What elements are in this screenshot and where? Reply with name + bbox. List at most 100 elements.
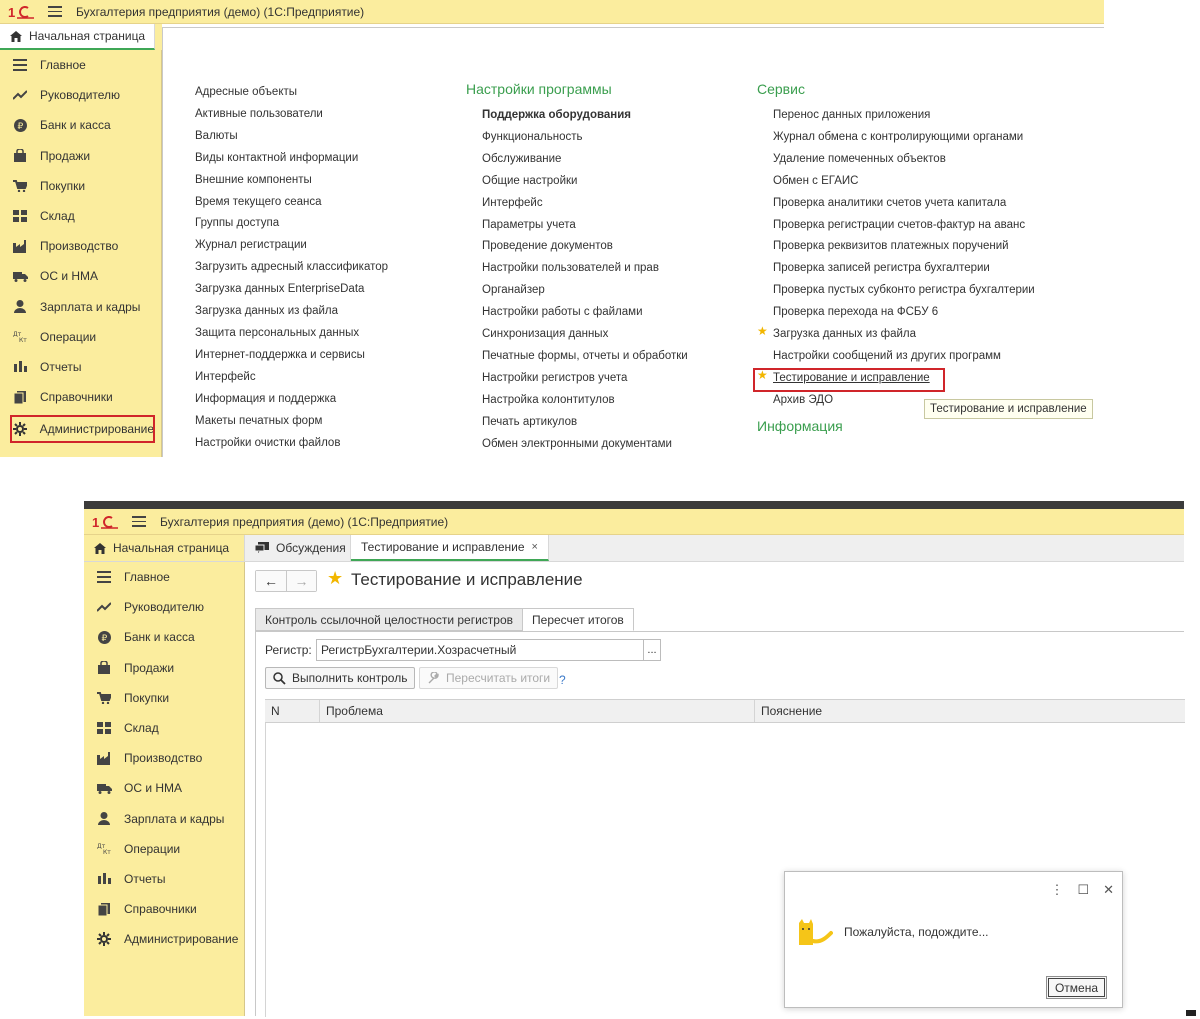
link-egais-exchange[interactable]: Обмен с ЕГАИС xyxy=(773,171,1035,193)
recalc-totals-button[interactable]: Пересчитать итоги xyxy=(419,667,559,689)
tab-home[interactable]: Начальная страница xyxy=(0,24,155,50)
column-problem[interactable]: Проблема xyxy=(320,700,755,722)
section-production[interactable]: Производство xyxy=(84,743,244,773)
link-event-log[interactable]: Журнал регистрации xyxy=(195,235,388,257)
section-main[interactable]: Главное xyxy=(84,562,244,592)
tab-recalc-totals[interactable]: Пересчет итогов xyxy=(523,608,634,631)
link-users-rights[interactable]: Настройки пользователей и прав xyxy=(482,258,688,280)
link-load-data-from-file[interactable]: Загрузка данных из файла xyxy=(773,324,1035,346)
section-label: Банк и касса xyxy=(40,118,111,133)
section-operations[interactable]: Дт Кт Операции xyxy=(84,834,244,864)
section-label: Зарплата и кадры xyxy=(124,811,225,826)
close-icon[interactable]: ✕ xyxy=(1103,882,1114,898)
section-sales[interactable]: Продажи xyxy=(84,653,244,683)
link-edi-exchange[interactable]: Обмен электронными документами xyxy=(482,434,688,456)
link-load-from-file[interactable]: Загрузка данных из файла xyxy=(195,301,388,323)
link-app-data-transfer[interactable]: Перенос данных приложения xyxy=(773,105,1035,127)
link-accounting-params[interactable]: Параметры учета xyxy=(482,215,688,237)
link-print-articles[interactable]: Печать артикулов xyxy=(482,412,688,434)
more-vertical-icon[interactable]: ⋮ xyxy=(1050,882,1063,898)
section-label: ОС и НМА xyxy=(40,269,99,284)
link-general-settings[interactable]: Общие настройки xyxy=(482,171,688,193)
tab-discussions[interactable]: Обсуждения xyxy=(245,535,351,561)
link-address-objects[interactable]: Адресные объекты xyxy=(195,82,388,104)
section-administration[interactable]: Администрирование xyxy=(84,924,244,954)
link-print-templates[interactable]: Макеты печатных форм xyxy=(195,411,388,433)
section-manager[interactable]: Руководителю xyxy=(0,80,161,110)
link-personal-data-protection[interactable]: Защита персональных данных xyxy=(195,323,388,345)
link-contact-info-kinds[interactable]: Виды контактной информации xyxy=(195,148,388,170)
link-info-support[interactable]: Информация и поддержка xyxy=(195,389,388,411)
section-catalogs[interactable]: Справочники xyxy=(84,894,244,924)
tab-reference-integrity[interactable]: Контроль ссылочной целостности регистров xyxy=(255,608,524,631)
favorite-star-icon[interactable]: ★ xyxy=(757,324,768,338)
forward-arrow-icon[interactable]: → xyxy=(286,571,316,591)
link-interface-settings[interactable]: Интерфейс xyxy=(482,193,688,215)
main-menu-icon[interactable] xyxy=(48,6,62,17)
link-print-forms[interactable]: Печатные формы, отчеты и обработки xyxy=(482,346,688,368)
link-regulatory-exchange-log[interactable]: Журнал обмена с контролирующими органами xyxy=(773,127,1035,149)
link-maintenance[interactable]: Обслуживание xyxy=(482,149,688,171)
main-menu-icon[interactable] xyxy=(132,516,146,527)
link-document-posting[interactable]: Проведение документов xyxy=(482,236,688,258)
section-bank[interactable]: ₽ Банк и касса xyxy=(84,622,244,652)
link-data-sync[interactable]: Синхронизация данных xyxy=(482,324,688,346)
section-payroll[interactable]: Зарплата и кадры xyxy=(0,292,161,322)
section-warehouse[interactable]: Склад xyxy=(0,201,161,231)
tab-home[interactable]: Начальная страница xyxy=(84,535,245,561)
link-delete-marked[interactable]: Удаление помеченных объектов xyxy=(773,149,1035,171)
register-choose-button[interactable]: ... xyxy=(643,639,661,661)
section-reports[interactable]: Отчеты xyxy=(0,352,161,382)
section-bank[interactable]: ₽ Банк и касса xyxy=(0,110,161,140)
section-warehouse[interactable]: Склад xyxy=(84,713,244,743)
favorite-star-icon[interactable]: ★ xyxy=(327,568,343,589)
link-equipment-support[interactable]: Поддержка оборудования xyxy=(482,105,688,127)
column-explanation[interactable]: Пояснение xyxy=(755,700,1185,722)
link-organizer[interactable]: Органайзер xyxy=(482,280,688,302)
column-n[interactable]: N xyxy=(265,700,320,722)
section-manager[interactable]: Руководителю xyxy=(84,592,244,622)
link-currencies[interactable]: Валюты xyxy=(195,126,388,148)
link-check-capital-analytics[interactable]: Проверка аналитики счетов учета капитала xyxy=(773,193,1035,215)
back-arrow-icon[interactable]: ← xyxy=(256,571,286,591)
section-reports[interactable]: Отчеты xyxy=(84,864,244,894)
section-purchases[interactable]: Покупки xyxy=(84,683,244,713)
link-online-support[interactable]: Интернет-поддержка и сервисы xyxy=(195,345,388,367)
register-field[interactable]: РегистрБухгалтерии.Хозрасчетный xyxy=(316,639,644,661)
run-check-button[interactable]: Выполнить контроль xyxy=(265,667,416,689)
cancel-button[interactable]: Отмена xyxy=(1046,976,1107,999)
section-administration[interactable]: Администрирование xyxy=(10,415,155,444)
section-sales[interactable]: Продажи xyxy=(0,141,161,171)
link-external-components[interactable]: Внешние компоненты xyxy=(195,170,388,192)
section-purchases[interactable]: Покупки xyxy=(0,171,161,201)
link-interface[interactable]: Интерфейс xyxy=(195,367,388,389)
maximize-icon[interactable]: ☐ xyxy=(1077,882,1089,898)
link-file-settings[interactable]: Настройки работы с файлами xyxy=(482,302,688,324)
link-register-settings[interactable]: Настройки регистров учета xyxy=(482,368,688,390)
section-catalogs[interactable]: Справочники xyxy=(0,382,161,412)
section-fixed-assets[interactable]: ОС и НМА xyxy=(0,261,161,291)
section-fixed-assets[interactable]: ОС и НМА xyxy=(84,773,244,803)
link-headers-footers[interactable]: Настройка колонтитулов xyxy=(482,390,688,412)
link-messages-settings[interactable]: Настройки сообщений из других программ xyxy=(773,346,1035,368)
link-functionality[interactable]: Функциональность xyxy=(482,127,688,149)
link-check-empty-subconto[interactable]: Проверка пустых субконто регистра бухгал… xyxy=(773,280,1035,302)
tab-testing-and-repair[interactable]: Тестирование и исправление × xyxy=(351,535,549,561)
ruble-coin-icon: ₽ xyxy=(12,117,28,133)
link-check-fsbu6[interactable]: Проверка перехода на ФСБУ 6 xyxy=(773,302,1035,324)
link-load-address-classifier[interactable]: Загрузить адресный классификатор xyxy=(195,257,388,279)
link-check-payment-orders[interactable]: Проверка реквизитов платежных поручений xyxy=(773,236,1035,258)
link-load-enterprisedata[interactable]: Загрузка данных EnterpriseData xyxy=(195,279,388,301)
section-payroll[interactable]: Зарплата и кадры xyxy=(84,804,244,834)
link-active-users[interactable]: Активные пользователи xyxy=(195,104,388,126)
help-icon[interactable]: ? xyxy=(559,673,566,687)
section-operations[interactable]: Дт Кт Операции xyxy=(0,322,161,352)
link-session-time[interactable]: Время текущего сеанса xyxy=(195,192,388,214)
section-main[interactable]: Главное xyxy=(0,50,161,80)
link-file-cleanup-settings[interactable]: Настройки очистки файлов xyxy=(195,433,388,455)
close-icon[interactable]: × xyxy=(532,541,538,553)
link-check-advance-invoices[interactable]: Проверка регистрации счетов-фактур на ав… xyxy=(773,215,1035,237)
section-production[interactable]: Производство xyxy=(0,231,161,261)
link-access-groups[interactable]: Группы доступа xyxy=(195,213,388,235)
link-check-ledger-records[interactable]: Проверка записей регистра бухгалтерии xyxy=(773,258,1035,280)
